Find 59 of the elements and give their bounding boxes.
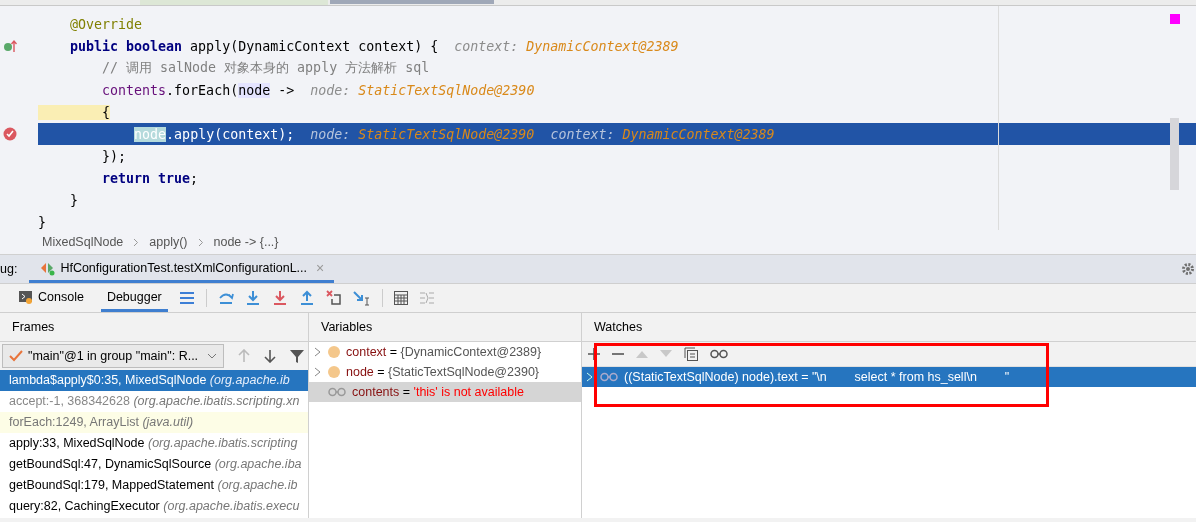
copy-icon[interactable] bbox=[684, 347, 698, 361]
panel-title: Frames bbox=[0, 313, 308, 342]
force-step-into-icon[interactable] bbox=[271, 290, 288, 306]
panel-title: Variables bbox=[309, 313, 581, 342]
stack-frame[interactable]: getBoundSql:47, DynamicSqlSource (org.apache.iba bbox=[0, 454, 308, 475]
watch-row[interactable]: ((StaticTextSqlNode) node).text = "\n select * from hs_sell\n " bbox=[582, 367, 1196, 387]
chevron-icon bbox=[197, 237, 204, 247]
breadcrumb-item[interactable]: MixedSqlNode bbox=[42, 235, 124, 249]
field-icon bbox=[328, 366, 340, 378]
chevron-icon bbox=[133, 237, 140, 247]
breakpoint-icon[interactable] bbox=[3, 127, 17, 141]
code-line: node.apply(context); bbox=[133, 126, 295, 142]
inline-value-hint: node: StaticTextSqlNode@2390 bbox=[310, 126, 535, 142]
down-arrow-icon[interactable] bbox=[264, 349, 276, 363]
glasses-icon bbox=[328, 387, 346, 397]
glasses-icon bbox=[600, 372, 618, 382]
filter-icon[interactable] bbox=[290, 349, 304, 363]
code-line: }); bbox=[101, 148, 127, 164]
breadcrumb-item[interactable]: apply() bbox=[149, 235, 188, 249]
console-icon bbox=[18, 289, 34, 304]
check-icon bbox=[9, 350, 23, 362]
stack-frame[interactable]: forEach:1249, ArrayList (java.util) bbox=[0, 412, 308, 433]
stack-frame[interactable]: query:82, CachingExecutor (org.apache.ibatis.execu bbox=[0, 496, 308, 517]
stack-frame[interactable]: lambda$apply$0:35, MixedSqlNode (org.apache.ib bbox=[0, 370, 308, 391]
step-out-icon[interactable] bbox=[298, 290, 315, 306]
settings-icon[interactable] bbox=[1182, 263, 1194, 275]
inline-value-hint: context: DynamicContext@2389 bbox=[550, 126, 775, 142]
stack-frame[interactable]: apply:33, MixedSqlNode (org.apache.ibatis.scripting bbox=[0, 433, 308, 454]
code-line: // 调用 salNode 对象本身的 apply 方法解析 sql bbox=[101, 59, 430, 77]
tool-tab[interactable]: Console bbox=[12, 284, 90, 312]
stack-frame[interactable]: getBoundSql:179, MappedStatement (org.apache.ib bbox=[0, 475, 308, 496]
variable-entry: node = {StaticTextSqlNode@2390} bbox=[346, 365, 540, 379]
breadcrumb-item[interactable]: node -> {...} bbox=[213, 235, 279, 249]
variable-entry: contents = 'this' is not available bbox=[352, 385, 524, 399]
add-icon[interactable] bbox=[588, 348, 600, 360]
run-to-cursor-icon[interactable] bbox=[352, 290, 371, 306]
code-line: contents.forEach(node -> bbox=[101, 82, 295, 98]
code-line: public boolean apply(DynamicContext context) { bbox=[69, 38, 439, 54]
scrollbar bbox=[1170, 118, 1179, 190]
inline-value-hint: node: StaticTextSqlNode@2390 bbox=[310, 82, 535, 98]
drop-frame-icon[interactable] bbox=[325, 290, 342, 306]
dropdown-caret-icon bbox=[207, 353, 217, 359]
code-line: @Override bbox=[69, 16, 143, 32]
field-icon bbox=[328, 346, 340, 358]
panel-label: ug: bbox=[0, 262, 18, 276]
override-icon[interactable] bbox=[3, 39, 17, 53]
code-line: } bbox=[69, 192, 79, 208]
error-marker-icon bbox=[1170, 14, 1180, 24]
step-into-icon[interactable] bbox=[244, 290, 261, 306]
glasses-icon[interactable] bbox=[710, 349, 728, 359]
inline-value-hint: context: DynamicContext@2389 bbox=[454, 38, 679, 54]
calculator-icon[interactable] bbox=[393, 291, 408, 305]
panel-title: Watches bbox=[582, 313, 1196, 342]
code-line: return true; bbox=[101, 170, 199, 186]
code-line: } bbox=[38, 214, 46, 230]
menu-icon[interactable] bbox=[178, 291, 195, 305]
stack-frame[interactable]: accept:-1, 368342628 (org.apache.ibatis.scripting.xn bbox=[0, 391, 308, 412]
thread-dropdown[interactable]: "main"@1 in group "main": R... bbox=[2, 344, 224, 368]
variable-entry: context = {DynamicContext@2389} bbox=[346, 345, 542, 359]
